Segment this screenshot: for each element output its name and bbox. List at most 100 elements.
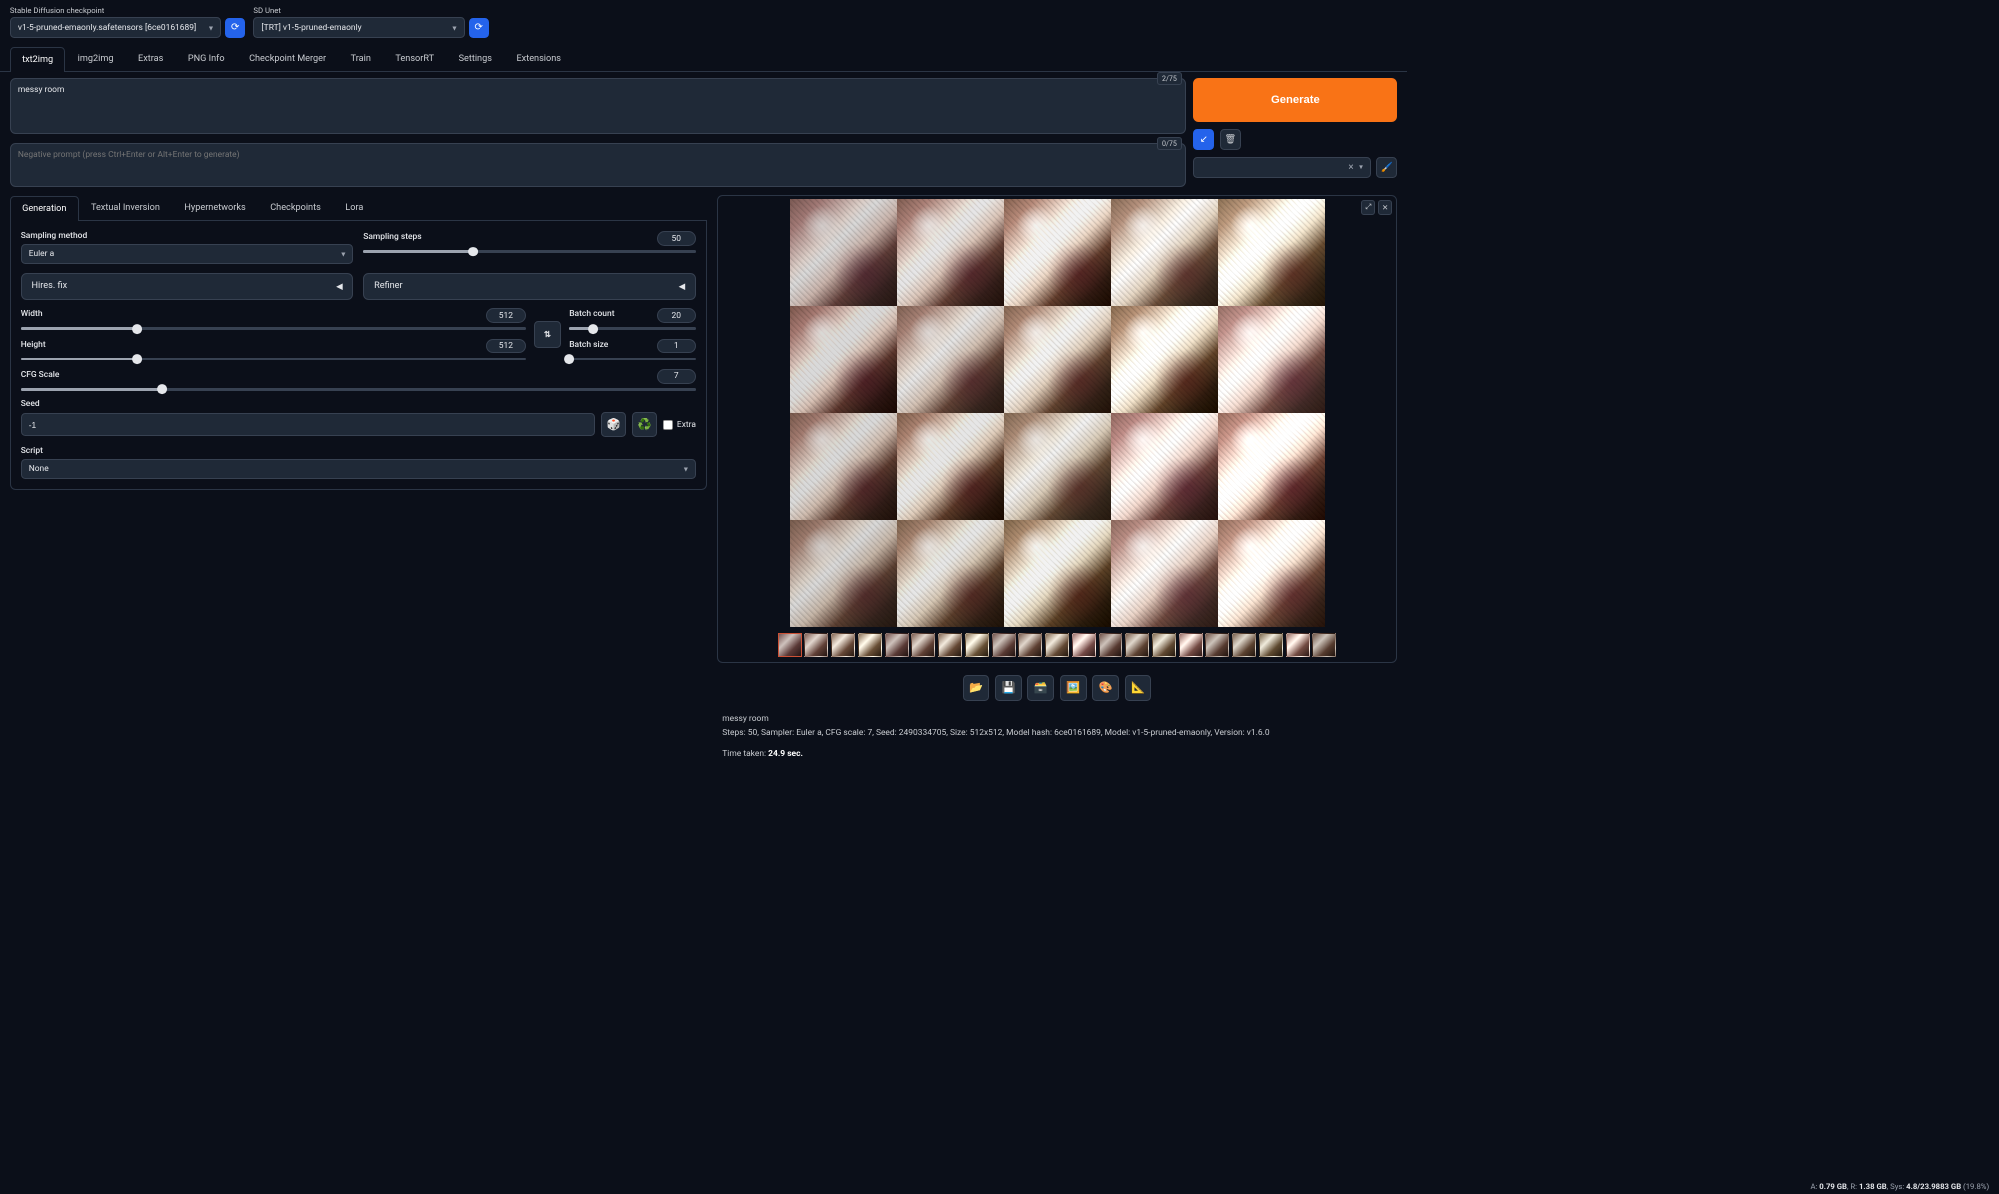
gallery-image[interactable]	[897, 520, 1004, 627]
gallery-thumb[interactable]	[1072, 633, 1096, 657]
clear-styles-icon[interactable]: ×	[1348, 162, 1353, 173]
height-value[interactable]: 512	[486, 339, 525, 354]
send-to-img2img-button[interactable]: 🖼️	[1060, 675, 1087, 702]
gallery-image[interactable]	[1218, 199, 1325, 306]
prompt-token-count: 2/75	[1157, 72, 1182, 84]
refiner-toggle[interactable]: Refiner ◀	[363, 273, 696, 300]
gallery-image[interactable]	[897, 413, 1004, 520]
gallery-thumb[interactable]	[1179, 633, 1203, 657]
width-slider[interactable]	[21, 327, 526, 330]
script-select[interactable]: None ▼	[21, 459, 696, 479]
output-gallery[interactable]: ⤢ ✕	[717, 195, 1398, 663]
gallery-thumb[interactable]	[1312, 633, 1336, 657]
gallery-thumb[interactable]	[992, 633, 1016, 657]
subtab-lora[interactable]: Lora	[333, 195, 376, 220]
tab-checkpoint-merger[interactable]: Checkpoint Merger	[237, 46, 339, 71]
gallery-thumb[interactable]	[1125, 633, 1149, 657]
unet-select[interactable]: [TRT] v1-5-pruned-emaonly ▼	[253, 17, 464, 37]
batch-count-value[interactable]: 20	[657, 308, 696, 323]
gallery-image[interactable]	[1004, 413, 1111, 520]
gallery-image[interactable]	[1218, 306, 1325, 413]
gallery-thumb[interactable]	[1152, 633, 1176, 657]
open-folder-button[interactable]: 📂	[963, 675, 990, 702]
gallery-image[interactable]	[1111, 306, 1218, 413]
tab-img2img[interactable]: img2img	[65, 46, 125, 71]
gallery-image[interactable]	[1218, 520, 1325, 627]
tab-extensions[interactable]: Extensions	[504, 46, 573, 71]
sampling-method-label: Sampling method	[21, 231, 354, 241]
gallery-thumb[interactable]	[1286, 633, 1310, 657]
interrogate-button[interactable]: ↙	[1193, 129, 1214, 150]
tab-train[interactable]: Train	[338, 46, 383, 71]
gallery-thumb[interactable]	[1045, 633, 1069, 657]
gallery-image[interactable]	[1004, 520, 1111, 627]
width-value[interactable]: 512	[486, 308, 525, 323]
gallery-thumb[interactable]	[885, 633, 909, 657]
gallery-thumb[interactable]	[1259, 633, 1283, 657]
gallery-thumb[interactable]	[965, 633, 989, 657]
gallery-image[interactable]	[1111, 413, 1218, 520]
subtab-checkpoints[interactable]: Checkpoints	[258, 195, 333, 220]
refresh-checkpoint-button[interactable]: ⟳	[225, 18, 245, 38]
sampling-steps-value[interactable]: 50	[657, 231, 696, 246]
batch-count-slider[interactable]	[569, 327, 696, 330]
gallery-image[interactable]	[790, 413, 897, 520]
swap-dimensions-button[interactable]: ⇅	[534, 321, 561, 348]
hires-fix-toggle[interactable]: Hires. fix ◀	[21, 273, 354, 300]
gallery-image[interactable]	[1004, 199, 1111, 306]
gallery-close-button[interactable]: ✕	[1378, 200, 1392, 214]
reuse-seed-button[interactable]: ♻️	[632, 412, 657, 437]
gallery-thumb[interactable]	[911, 633, 935, 657]
gallery-thumb[interactable]	[831, 633, 855, 657]
gallery-thumb[interactable]	[1018, 633, 1042, 657]
subtab-hypernetworks[interactable]: Hypernetworks	[172, 195, 258, 220]
gallery-image[interactable]	[790, 520, 897, 627]
tab-txt2img[interactable]: txt2img	[10, 47, 66, 72]
tab-tensorrt[interactable]: TensorRT	[383, 46, 446, 71]
tab-settings[interactable]: Settings	[446, 46, 504, 71]
gallery-thumb[interactable]	[1232, 633, 1256, 657]
tab-extras[interactable]: Extras	[126, 46, 176, 71]
save-button[interactable]: 💾	[995, 675, 1022, 702]
subtab-generation[interactable]: Generation	[10, 196, 79, 221]
tab-pnginfo[interactable]: PNG Info	[176, 46, 237, 71]
sampling-method-select[interactable]: Euler a ▼	[21, 244, 354, 264]
gallery-image[interactable]	[897, 199, 1004, 306]
seed-input[interactable]	[21, 413, 596, 436]
gallery-thumb[interactable]	[804, 633, 828, 657]
gallery-image[interactable]	[897, 306, 1004, 413]
gallery-thumb[interactable]	[778, 633, 802, 657]
gallery-image[interactable]	[790, 199, 897, 306]
sampling-steps-slider[interactable]	[363, 250, 696, 253]
random-seed-button[interactable]: 🎲	[601, 412, 626, 437]
batch-size-value[interactable]: 1	[657, 339, 696, 354]
refresh-unet-button[interactable]: ⟳	[469, 18, 489, 38]
edit-styles-button[interactable]: 🖌️	[1376, 157, 1397, 178]
gallery-thumb[interactable]	[1205, 633, 1229, 657]
generate-button[interactable]: Generate	[1193, 78, 1397, 122]
gallery-image[interactable]	[1111, 199, 1218, 306]
gallery-thumb[interactable]	[858, 633, 882, 657]
extra-seed-checkbox[interactable]: Extra	[663, 420, 696, 430]
height-slider[interactable]	[21, 358, 526, 361]
gallery-image[interactable]	[1111, 520, 1218, 627]
gallery-image[interactable]	[790, 306, 897, 413]
cfg-value[interactable]: 7	[657, 369, 696, 384]
subtab-textual-inversion[interactable]: Textual Inversion	[79, 195, 172, 220]
cfg-slider[interactable]	[21, 388, 696, 391]
clear-prompt-button[interactable]: 🗑	[1220, 129, 1241, 150]
gallery-thumb[interactable]	[938, 633, 962, 657]
negative-prompt-input[interactable]	[10, 143, 1186, 187]
prompt-input[interactable]	[10, 78, 1186, 134]
gallery-thumb[interactable]	[1099, 633, 1123, 657]
gallery-expand-button[interactable]: ⤢	[1361, 200, 1375, 214]
seed-label: Seed	[21, 399, 696, 409]
batch-size-slider[interactable]	[569, 358, 696, 361]
styles-select[interactable]: × ▼	[1193, 157, 1370, 178]
gallery-image[interactable]	[1004, 306, 1111, 413]
save-zip-button[interactable]: 🗃️	[1027, 675, 1054, 702]
gallery-image[interactable]	[1218, 413, 1325, 520]
send-to-inpaint-button[interactable]: 🎨	[1092, 675, 1119, 702]
checkpoint-select[interactable]: v1-5-pruned-emaonly.safetensors [6ce0161…	[10, 17, 221, 37]
send-to-extras-button[interactable]: 📐	[1125, 675, 1152, 702]
